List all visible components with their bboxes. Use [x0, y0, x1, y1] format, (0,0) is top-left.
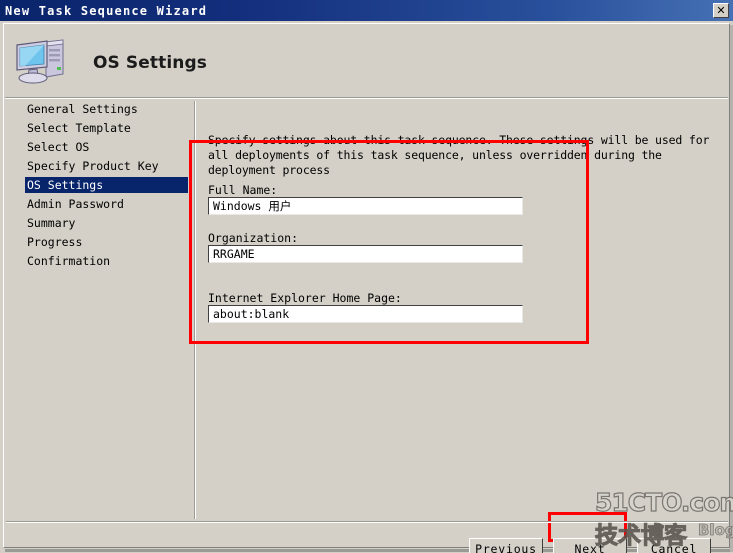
- header-banner: OS Settings: [5, 24, 728, 96]
- sidebar-item-progress[interactable]: Progress: [25, 234, 188, 250]
- sidebar-divider: [194, 101, 196, 519]
- sidebar-item-specify-product-key[interactable]: Specify Product Key: [25, 158, 188, 174]
- ie-home-page-input[interactable]: [208, 305, 523, 323]
- title-bar: New Task Sequence Wizard ✕: [0, 0, 733, 21]
- cancel-button[interactable]: Cancel: [637, 538, 711, 553]
- page-title: OS Settings: [93, 53, 207, 73]
- next-button[interactable]: Next: [553, 538, 627, 553]
- content-pane: Specify settings about this task sequenc…: [200, 101, 728, 519]
- organization-label: Organization:: [208, 231, 299, 245]
- organization-input[interactable]: [208, 245, 523, 263]
- sidebar-item-os-settings[interactable]: OS Settings: [25, 177, 188, 193]
- ie-home-page-label: Internet Explorer Home Page:: [208, 291, 402, 305]
- close-icon[interactable]: ✕: [713, 3, 729, 18]
- sidebar-item-summary[interactable]: Summary: [25, 215, 188, 231]
- computer-icon: [13, 34, 69, 86]
- window-title: New Task Sequence Wizard: [5, 3, 208, 18]
- previous-button[interactable]: Previous: [469, 538, 543, 553]
- sidebar-item-select-template[interactable]: Select Template: [25, 120, 188, 136]
- sidebar-item-confirmation[interactable]: Confirmation: [25, 253, 188, 269]
- sidebar-item-admin-password[interactable]: Admin Password: [25, 196, 188, 212]
- header-divider: [5, 97, 728, 99]
- full-name-label: Full Name:: [208, 183, 278, 197]
- full-name-input[interactable]: [208, 197, 523, 215]
- wizard-window: New Task Sequence Wizard ✕ OS Settings G…: [0, 0, 733, 553]
- wizard-step-list: General Settings Select Template Select …: [6, 101, 192, 517]
- client-area: OS Settings General Settings Select Temp…: [0, 21, 733, 553]
- page-description: Specify settings about this task sequenc…: [208, 133, 710, 177]
- footer-divider: [6, 521, 728, 523]
- sidebar-item-select-os[interactable]: Select OS: [25, 139, 188, 155]
- sidebar-item-general-settings[interactable]: General Settings: [25, 101, 188, 117]
